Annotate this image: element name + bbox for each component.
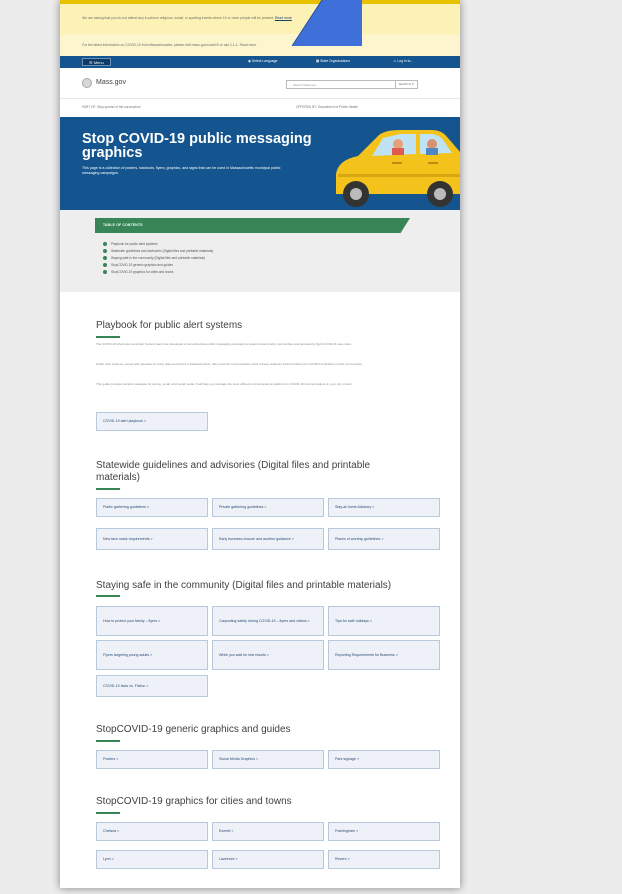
link-card[interactable]: Public gathering guidelines > (96, 498, 208, 517)
alert-read-more-link[interactable]: Read more (240, 43, 257, 47)
link-card[interactable]: Tips for safe holidays > (328, 606, 440, 636)
state-organizations-button[interactable]: ▦ State Organizations (316, 59, 350, 63)
page: We are asking that you do not attend any… (60, 0, 460, 888)
mass-seal-icon[interactable] (82, 78, 92, 88)
site-logo[interactable]: Mass.gov (96, 79, 126, 86)
heading-underline (96, 740, 120, 742)
paragraph: This guide provides sample messages for … (96, 382, 353, 386)
link-card[interactable]: Early business closure and another guida… (212, 528, 324, 550)
link-card[interactable]: Stay-at-home Advisory > (328, 498, 440, 517)
search-icon: ⚲ (411, 82, 414, 86)
emergency-alert-banner: We are asking that you do not attend any… (60, 0, 460, 34)
toc-link-statewide[interactable]: Statewide guidelines and advisories (Dig… (103, 249, 213, 254)
table-of-contents: TABLE OF CONTENTS Playbook for public al… (60, 210, 460, 292)
toc-link-generic[interactable]: StopCOVID-19 generic graphics and guides (103, 263, 173, 268)
section-heading-playbook: Playbook for public alert systems (96, 320, 243, 331)
login-button[interactable]: ☺ Log in to... (393, 59, 413, 63)
globe-icon: ◉ (248, 59, 251, 63)
info-alert-banner: For the latest information on COVID-19 f… (60, 34, 460, 56)
search-form: Search Mass.gov SEARCH ⚲ (286, 80, 418, 89)
paragraph: Public Alert systems, owned and operated… (96, 362, 363, 366)
link-card[interactable]: Flyers targeting young adults > (96, 640, 208, 670)
bullet-icon (103, 249, 107, 254)
link-card[interactable]: Private gathering guidelines > (212, 498, 324, 517)
toc-heading: TABLE OF CONTENTS (95, 218, 410, 233)
bullet-icon (103, 256, 107, 261)
paragraph: The COVID-19 Information and Alert Syste… (96, 342, 352, 346)
search-button[interactable]: SEARCH ⚲ (395, 81, 417, 88)
heading-underline (96, 595, 120, 597)
select-language-button[interactable]: ◉ Select Language (248, 59, 277, 63)
alert-read-more-link[interactable]: Read more (275, 16, 292, 20)
site-header: Mass.gov Search Mass.gov SEARCH ⚲ (60, 68, 460, 99)
link-card[interactable]: Revere > (328, 850, 440, 869)
link-card[interactable]: Carpooling safety during COVID-19 – flye… (212, 606, 324, 636)
link-card[interactable]: Places of worship guidelines > (328, 528, 440, 550)
hamburger-icon: ☰ (89, 60, 93, 65)
toc-link-playbook[interactable]: Playbook for public alert systems (103, 242, 158, 247)
bullet-icon (103, 263, 107, 268)
link-card[interactable]: Park signage > (328, 750, 440, 769)
link-card[interactable]: How to protect your family – flyers > (96, 606, 208, 636)
toc-link-community[interactable]: Staying safe in the community (Digital f… (103, 256, 205, 261)
link-card[interactable]: Lawrence > (212, 850, 324, 869)
offered-by-link[interactable]: OFFERED BY: Department of Public Health (296, 105, 358, 109)
section-heading-community: Staying safe in the community (Digital f… (96, 580, 392, 591)
part-of-link[interactable]: PART OF: Stop spread of the coronavirus (82, 105, 141, 109)
covid-alert-playbook-button[interactable]: COVID-19 alert playbook > (96, 412, 208, 431)
heading-underline (96, 812, 120, 814)
page-subtitle: This page is a collection of posters, ha… (82, 166, 281, 175)
link-card[interactable]: Social Media Graphics > (212, 750, 324, 769)
link-card[interactable]: New face mask requirements > (96, 528, 208, 550)
toc-link-cities[interactable]: StopCOVID-19 graphics for cities and tow… (103, 270, 173, 275)
section-heading-cities: StopCOVID-19 graphics for cities and tow… (96, 796, 292, 807)
user-icon: ☺ (393, 59, 397, 63)
page-banner: Stop COVID-19 public messaging graphics … (60, 117, 460, 210)
link-card[interactable]: COVID-19 facts vs. Fiction > (96, 675, 208, 697)
section-heading-statewide: Statewide guidelines and advisories (Dig… (96, 460, 371, 483)
search-input[interactable]: Search Mass.gov (293, 83, 316, 87)
link-card[interactable]: Framingham > (328, 822, 440, 841)
section-heading-generic: StopCOVID-19 generic graphics and guides (96, 724, 291, 735)
link-card[interactable]: Reporting Requirements for Business > (328, 640, 440, 670)
link-card[interactable]: Everett > (212, 822, 324, 841)
bullet-icon (103, 270, 107, 275)
menu-button[interactable]: ☰ Menu (82, 58, 111, 66)
alert-text: For the latest information on COVID-19 f… (82, 43, 239, 47)
bullet-icon (103, 242, 107, 247)
taxi-car-illustration (336, 130, 460, 207)
link-card[interactable]: Posters > (96, 750, 208, 769)
building-icon: ▦ (316, 59, 320, 63)
link-card[interactable]: While you wait for test results > (212, 640, 324, 670)
breadcrumb: PART OF: Stop spread of the coronavirus … (60, 100, 460, 112)
heading-underline (96, 336, 120, 338)
utility-nav-bar: ☰ Menu ◉ Select Language ▦ State Organiz… (60, 56, 460, 68)
alert-text: We are asking that you do not attend any… (82, 16, 274, 20)
heading-underline (96, 488, 120, 490)
link-card[interactable]: Lynn > (96, 850, 208, 869)
page-title: Stop COVID-19 public messaging graphics (82, 131, 312, 161)
link-card[interactable]: Chelsea > (96, 822, 208, 841)
